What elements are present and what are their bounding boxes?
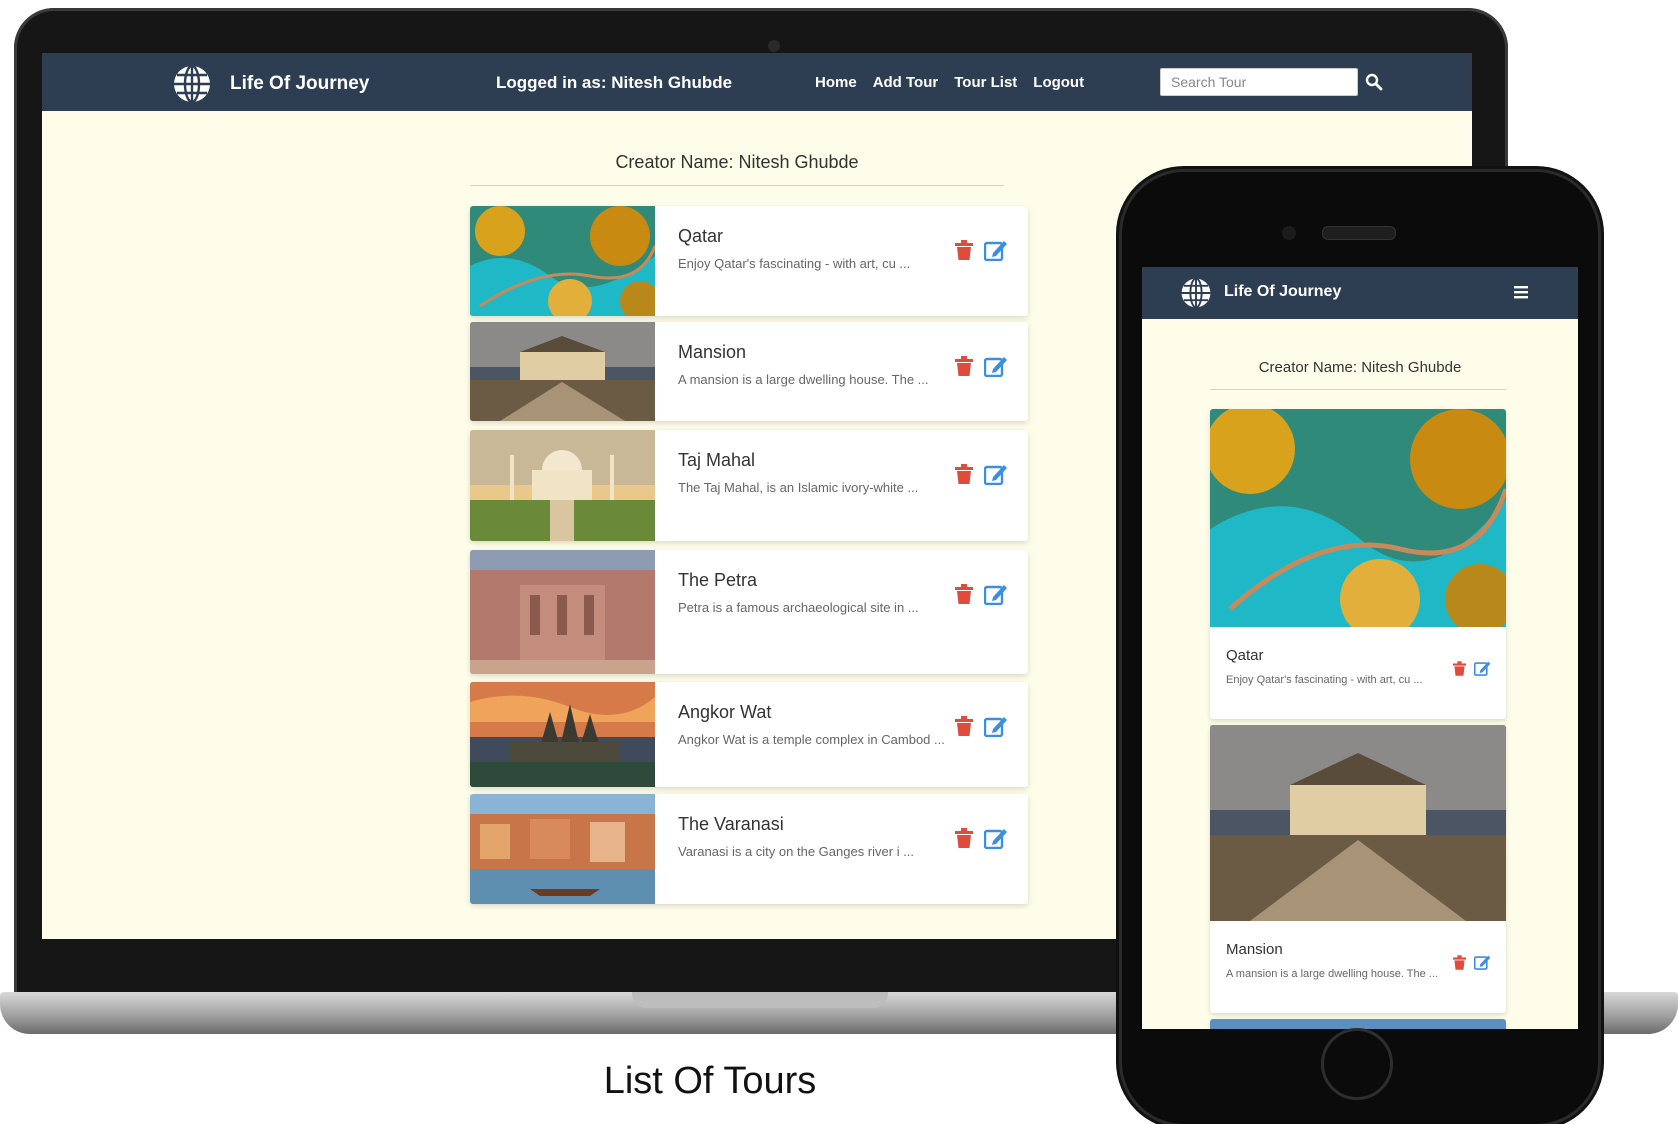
edit-icon[interactable] xyxy=(1474,954,1491,970)
trash-icon[interactable] xyxy=(955,716,973,736)
tour-description: A mansion is a large dwelling house. The… xyxy=(678,372,929,387)
search-icon[interactable] xyxy=(1365,73,1383,91)
tour-title: Mansion xyxy=(1226,941,1283,958)
trash-icon[interactable] xyxy=(955,356,973,376)
edit-icon[interactable] xyxy=(984,583,1008,605)
nav-links: Home Add Tour Tour List Logout xyxy=(815,74,1084,91)
tour-title: The Petra xyxy=(678,570,758,590)
globe-icon xyxy=(1181,277,1211,309)
tour-title: Qatar xyxy=(678,226,724,246)
nav-add-tour[interactable]: Add Tour xyxy=(873,74,939,91)
tour-image-mansion xyxy=(470,322,655,421)
trash-icon[interactable] xyxy=(1453,661,1466,676)
tour-description: Angkor Wat is a temple complex in Cambod… xyxy=(678,732,945,747)
edit-icon[interactable] xyxy=(984,715,1008,737)
tour-card: Taj Mahal The Taj Mahal, is an Islamic i… xyxy=(470,430,1028,541)
phone-home-button xyxy=(1321,1028,1393,1100)
tour-image-qatar xyxy=(1210,409,1506,627)
phone-camera xyxy=(1282,226,1296,240)
tour-card: The Petra Petra is a famous archaeologic… xyxy=(470,550,1028,674)
tour-title: Taj Mahal xyxy=(678,450,756,470)
creator-name: Creator Name: Nitesh Ghubde xyxy=(615,152,859,172)
mobile-screen: Life Of Journey Creator Name: Nitesh Ghu… xyxy=(1142,267,1578,1029)
tour-image-angkor-wat xyxy=(470,682,655,787)
tour-description: Petra is a famous archaeological site in… xyxy=(678,600,919,615)
edit-icon[interactable] xyxy=(984,239,1008,261)
laptop-camera xyxy=(768,40,780,52)
tour-description: The Taj Mahal, is an Islamic ivory-white… xyxy=(678,480,919,495)
mobile-navbar: Life Of Journey xyxy=(1142,267,1578,319)
search-input[interactable] xyxy=(1160,68,1358,96)
trash-icon[interactable] xyxy=(955,240,973,260)
tour-description: Enjoy Qatar's fascinating - with art, cu… xyxy=(678,256,911,271)
creator-name: Creator Name: Nitesh Ghubde xyxy=(1258,359,1462,376)
brand-name[interactable]: Life Of Journey xyxy=(1224,283,1341,301)
tour-title: The Varanasi xyxy=(678,814,784,834)
brand-name: Life Of Journey xyxy=(230,73,370,94)
edit-icon[interactable] xyxy=(1474,660,1491,676)
desktop-navbar: Life Of Journey Logged in as: Nitesh Ghu… xyxy=(42,53,1472,111)
tour-title: Qatar xyxy=(1226,647,1264,664)
tour-title: Angkor Wat xyxy=(678,702,772,722)
globe-icon xyxy=(174,64,210,104)
divider xyxy=(1210,389,1506,390)
tour-image-mansion xyxy=(1210,725,1506,921)
menu-icon[interactable] xyxy=(1514,285,1528,299)
logged-in-label: Logged in as: Nitesh Ghubde xyxy=(496,73,733,92)
nav-tour-list[interactable]: Tour List xyxy=(954,74,1017,91)
caption: List Of Tours xyxy=(603,1060,817,1102)
tour-description: A mansion is a large dwelling house. The… xyxy=(1226,968,1438,980)
tour-description: Enjoy Qatar's fascinating - with art, cu… xyxy=(1226,674,1423,686)
brand-link[interactable]: Life Of Journey xyxy=(172,64,369,104)
tour-title: Mansion xyxy=(678,342,747,362)
tour-card: Angkor Wat Angkor Wat is a temple comple… xyxy=(470,682,1028,787)
divider xyxy=(470,185,1004,186)
edit-icon[interactable] xyxy=(984,463,1008,485)
tour-image-qatar xyxy=(470,206,655,316)
tour-card: Mansion A mansion is a large dwelling ho… xyxy=(1210,725,1506,1013)
tour-card: Qatar Enjoy Qatar's fascinating - with a… xyxy=(470,206,1028,316)
trash-icon[interactable] xyxy=(955,464,973,484)
laptop-notch xyxy=(632,992,888,1008)
edit-icon[interactable] xyxy=(984,355,1008,377)
trash-icon[interactable] xyxy=(955,584,973,604)
nav-home[interactable]: Home xyxy=(815,74,857,91)
tour-card: Mansion A mansion is a large dwelling ho… xyxy=(470,322,1028,421)
tour-image-petra xyxy=(470,550,655,674)
tour-image-taj-mahal xyxy=(470,430,655,541)
nav-logout[interactable]: Logout xyxy=(1033,74,1084,91)
tour-image-varanasi xyxy=(470,794,655,904)
edit-icon[interactable] xyxy=(984,827,1008,849)
tour-description: Varanasi is a city on the Ganges river i… xyxy=(678,844,915,859)
trash-icon[interactable] xyxy=(955,828,973,848)
trash-icon[interactable] xyxy=(1453,955,1466,970)
phone-speaker xyxy=(1322,226,1396,240)
phone-frame: Life Of Journey Creator Name: Nitesh Ghu… xyxy=(1122,172,1598,1124)
tour-card: Qatar Enjoy Qatar's fascinating - with a… xyxy=(1210,409,1506,719)
tour-card: The Varanasi Varanasi is a city on the G… xyxy=(470,794,1028,904)
